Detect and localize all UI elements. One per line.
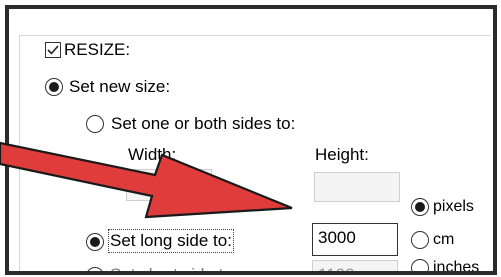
set-new-size-radio[interactable] [45, 78, 63, 96]
width-label: Width: [128, 145, 177, 164]
checkmark-icon [47, 45, 59, 55]
pixels-label: pixels [433, 198, 474, 215]
short-side-input[interactable]: 1100 [312, 260, 398, 271]
height-label: Height: [315, 145, 369, 164]
set-long-side-radio[interactable] [86, 233, 104, 251]
resize-label: RESIZE: [64, 40, 131, 59]
inches-radio[interactable] [411, 259, 429, 271]
radio-dot-icon [90, 237, 100, 247]
radio-dot-icon [49, 82, 59, 92]
pixels-radio[interactable] [411, 198, 429, 216]
height-input[interactable] [314, 172, 400, 202]
set-long-side-label: Set long side to: [108, 229, 234, 253]
cm-label: cm [433, 231, 455, 248]
radio-dot-icon [415, 202, 425, 212]
width-input[interactable] [126, 169, 212, 201]
inches-label: inches [433, 259, 480, 275]
set-sides-label: Set one or both sides to: [111, 114, 296, 133]
resize-checkbox[interactable] [45, 42, 61, 58]
cm-radio[interactable] [411, 231, 429, 249]
set-new-size-label: Set new size: [69, 77, 171, 96]
long-side-input[interactable]: 3000 [312, 223, 398, 256]
resize-panel: RESIZE: Set new size: Set one or both si… [5, 5, 497, 275]
set-sides-radio[interactable] [86, 115, 104, 133]
set-short-side-label: Set short side to: [110, 265, 238, 275]
